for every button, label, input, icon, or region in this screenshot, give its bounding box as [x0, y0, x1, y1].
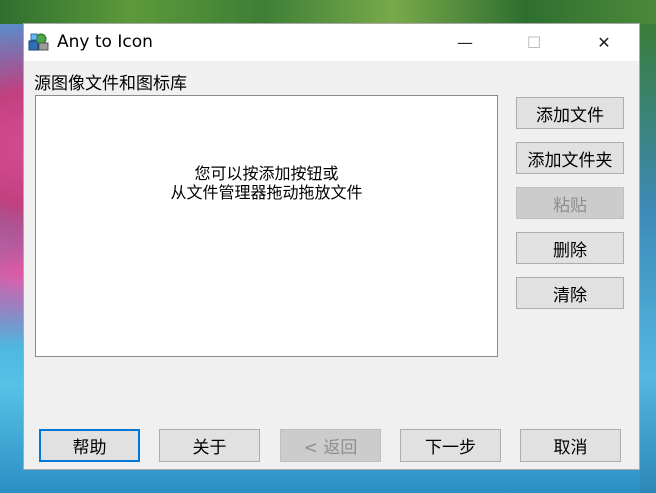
- drop-hint-line1: 您可以按添加按钮或: [194, 164, 339, 183]
- about-button[interactable]: 关于: [159, 429, 260, 462]
- minimize-icon: —: [457, 33, 473, 52]
- desktop-wallpaper-trees: [0, 0, 656, 24]
- add-folder-button[interactable]: 添加文件夹: [516, 142, 624, 174]
- next-button[interactable]: 下一步: [400, 429, 501, 462]
- delete-button[interactable]: 删除: [516, 232, 624, 264]
- app-window: Any to Icon — ☐ ✕ 源图像文件和图标库 您可以按添加按钮或 从文…: [23, 23, 640, 470]
- desktop-wallpaper-sea: [640, 24, 656, 493]
- paste-button[interactable]: 粘贴: [516, 187, 624, 219]
- clear-button[interactable]: 清除: [516, 277, 624, 309]
- source-file-list[interactable]: 您可以按添加按钮或 从文件管理器拖动拖放文件: [35, 95, 498, 357]
- close-button[interactable]: ✕: [581, 24, 627, 61]
- drop-hint: 您可以按添加按钮或 从文件管理器拖动拖放文件: [36, 164, 497, 202]
- source-group-label: 源图像文件和图标库: [34, 74, 187, 94]
- maximize-button[interactable]: ☐: [511, 24, 557, 61]
- minimize-button[interactable]: —: [442, 24, 488, 61]
- back-button[interactable]: < 返回: [280, 429, 381, 462]
- help-button[interactable]: 帮助: [39, 429, 140, 462]
- title-bar[interactable]: Any to Icon — ☐ ✕: [24, 24, 639, 61]
- app-icon: [28, 33, 49, 51]
- close-icon: ✕: [597, 33, 611, 52]
- cancel-button[interactable]: 取消: [520, 429, 621, 462]
- window-title: Any to Icon: [57, 32, 153, 52]
- maximize-icon: ☐: [526, 33, 542, 52]
- drop-hint-line2: 从文件管理器拖动拖放文件: [170, 183, 363, 202]
- add-file-button[interactable]: 添加文件: [516, 97, 624, 129]
